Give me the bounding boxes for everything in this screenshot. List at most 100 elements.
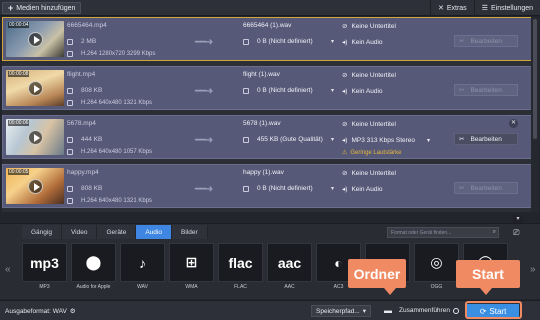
edit-label: Bearbeiten (470, 184, 502, 192)
device-detect-icon[interactable]: ⎚ (513, 228, 519, 238)
chevron-down-icon: ▾ (362, 308, 366, 315)
audio-value[interactable]: Kein Audio (351, 186, 382, 193)
toggle-icon (452, 307, 459, 314)
subtitle-icon: ⊘ (342, 72, 348, 79)
quality-dropdown-icon[interactable]: ▾ (331, 87, 334, 94)
folder-icon[interactable]: ▬ (384, 306, 392, 315)
convert-arrow-icon: ━━➜ (195, 37, 213, 48)
format-tile-flac[interactable]: flac FLAC (218, 243, 263, 295)
subtitle-value[interactable]: Keine Untertitel (351, 23, 395, 30)
quality-dropdown-icon[interactable]: ▾ (331, 38, 334, 45)
start-highlight-ring (465, 301, 522, 319)
format-tile-apple[interactable]: ⬤ Audio for Apple (71, 243, 116, 295)
file-row[interactable]: 00:00:06 5678.mp4 444 KB H.264 640x480 1… (2, 115, 532, 159)
mp3-logo-icon: mp3 (22, 243, 67, 282)
scissors-icon: ✂ (459, 136, 465, 143)
format-tiles: mp3 MP3 ⬤ Audio for Apple ♪ WAV ⊞ WMA fl… (22, 243, 508, 295)
output-filename[interactable]: happy (1).wav (243, 169, 284, 176)
format-label: WMA (185, 284, 198, 290)
file-row[interactable]: 00:00:05 happy.mp4 808 KB H.264 640x480 … (2, 164, 532, 208)
tab-devices[interactable]: Geräte (97, 225, 137, 239)
edit-button[interactable]: ✂ Bearbeiten (454, 133, 518, 145)
scissors-icon: ✂ (459, 185, 465, 192)
collapse-panel-icon[interactable]: ▾ (513, 215, 523, 223)
subtitle-value[interactable]: Keine Untertitel (351, 121, 395, 128)
play-icon[interactable] (28, 32, 43, 47)
file-icon (243, 136, 249, 143)
output-quality: 455 KB (Gute Qualität) (257, 136, 323, 143)
format-label: OGG (430, 284, 443, 290)
play-icon[interactable] (28, 130, 43, 145)
save-path-dropdown[interactable]: Speicherpfad... ▾ (311, 305, 371, 317)
format-tile-aac[interactable]: aac AAC (267, 243, 312, 295)
edit-button[interactable]: ✂ Bearbeiten (454, 84, 518, 96)
scissors-icon: ✂ (459, 38, 465, 45)
format-label: MP3 (39, 284, 50, 290)
file-row[interactable]: 00:00:08 flight.mp4 808 KB H.264 640x480… (2, 66, 532, 110)
format-label: Audio for Apple (76, 284, 111, 290)
audio-value[interactable]: MP3 313 Kbps Stereo (351, 137, 415, 144)
file-list-scrollbar[interactable] (531, 17, 539, 212)
output-quality: 0 B (Nicht definiert) (257, 87, 313, 94)
aac-logo-icon: aac (267, 243, 312, 282)
format-tile-ogg[interactable]: ◎ OGG (414, 243, 459, 295)
wrench-icon: ✕ (437, 5, 444, 12)
play-icon[interactable] (28, 179, 43, 194)
scissors-icon: ✂ (459, 87, 465, 94)
format-label: AAC (284, 284, 295, 290)
tab-video[interactable]: Video (61, 225, 98, 239)
file-icon (243, 185, 249, 192)
source-info: H.264 640x480 1321 Kbps (81, 100, 153, 106)
source-filename: 6665464.mp4 (67, 22, 107, 29)
film-icon (67, 100, 73, 106)
output-filename[interactable]: flight (1).wav (243, 71, 280, 78)
tab-images[interactable]: Bilder (171, 225, 208, 239)
merge-toggle[interactable]: Zusammenführen (399, 307, 459, 314)
add-media-button[interactable]: + Medien hinzufügen (2, 2, 82, 14)
video-thumbnail[interactable]: 00:00:06 (6, 119, 64, 155)
source-info: H.264 1280x720 3299 Kbps (81, 51, 156, 57)
format-tile-wav[interactable]: ♪ WAV (120, 243, 165, 295)
edit-button[interactable]: ✂ Bearbeiten (454, 35, 518, 47)
settings-button[interactable]: ☰ Einstellungen (473, 0, 540, 16)
play-icon[interactable] (28, 81, 43, 96)
format-search-input[interactable]: Format oder Gerät finden... ⌕ (387, 227, 499, 238)
remove-file-icon[interactable]: ✕ (509, 119, 518, 128)
audio-value[interactable]: Kein Audio (351, 88, 382, 95)
video-thumbnail[interactable]: 00:00:04 (6, 21, 64, 57)
subtitle-value[interactable]: Keine Untertitel (351, 72, 395, 79)
scroll-right-icon[interactable]: » (530, 264, 536, 275)
file-row[interactable]: 00:00:04 6665464.mp4 2 MB H.264 1280x720… (2, 17, 532, 61)
file-icon (67, 87, 73, 94)
output-settings-gear-icon[interactable]: ⚙ (70, 307, 76, 315)
tab-audio[interactable]: Audio (136, 225, 172, 239)
format-tile-mp3[interactable]: mp3 MP3 (22, 243, 67, 295)
output-filename[interactable]: 5678 (1).wav (243, 120, 281, 127)
audio-value[interactable]: Kein Audio (351, 39, 382, 46)
format-tile-wma[interactable]: ⊞ WMA (169, 243, 214, 295)
source-filename: 5678.mp4 (67, 120, 96, 127)
output-filename[interactable]: 6665464 (1).wav (243, 22, 291, 29)
audio-dropdown-icon[interactable]: ▾ (427, 137, 430, 144)
edit-label: Bearbeiten (470, 135, 502, 143)
convert-arrow-icon: ━━➜ (195, 86, 213, 97)
convert-arrow-icon: ━━➜ (195, 135, 213, 146)
callout-ordner: Ordner (348, 259, 406, 295)
quality-dropdown-icon[interactable]: ▾ (331, 136, 334, 143)
timecode: 00:00:05 (8, 169, 30, 175)
video-thumbnail[interactable]: 00:00:05 (6, 168, 64, 204)
scroll-left-icon[interactable]: « (5, 264, 11, 275)
tab-common[interactable]: Gängig (22, 225, 62, 239)
edit-label: Bearbeiten (470, 37, 502, 45)
file-icon (67, 185, 73, 192)
extras-button[interactable]: ✕ Extras (429, 0, 474, 16)
scrollbar-thumb[interactable] (533, 19, 537, 139)
callout-start: Start (456, 260, 520, 295)
edit-label: Bearbeiten (470, 86, 502, 94)
subtitle-icon: ⊘ (342, 170, 348, 177)
quality-dropdown-icon[interactable]: ▾ (331, 185, 334, 192)
video-thumbnail[interactable]: 00:00:08 (6, 70, 64, 106)
output-quality: 0 B (Nicht definiert) (257, 38, 313, 45)
subtitle-value[interactable]: Keine Untertitel (351, 170, 395, 177)
edit-button[interactable]: ✂ Bearbeiten (454, 182, 518, 194)
